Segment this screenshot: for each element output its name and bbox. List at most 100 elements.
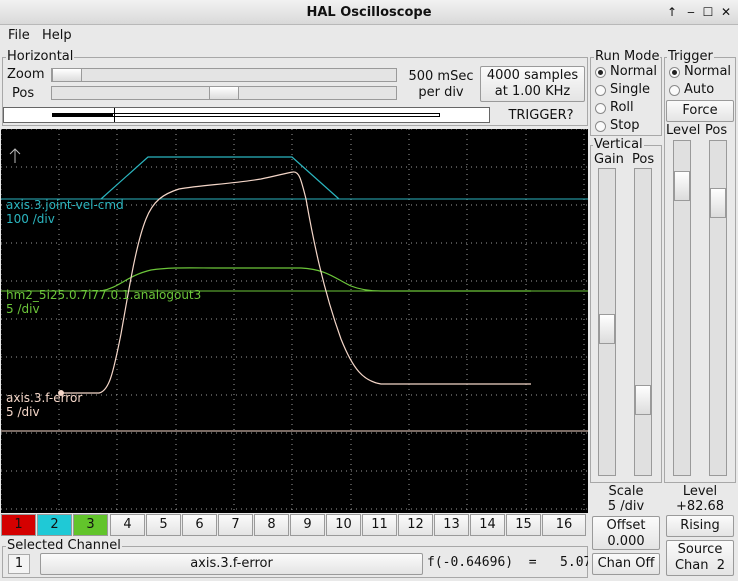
channel-button-11[interactable]: 11 xyxy=(362,514,397,536)
trace-label-joint-vel-cmd: axis.3.joint-vel-cmd 100 /div xyxy=(6,198,124,226)
trigger-pos-slider[interactable] xyxy=(709,140,727,476)
channel-button-15[interactable]: 15 xyxy=(506,514,541,536)
run-mode-roll-label[interactable]: Roll xyxy=(610,100,634,115)
gain-slider[interactable] xyxy=(598,168,616,476)
zoom-slider[interactable] xyxy=(51,68,397,82)
zoom-label: Zoom xyxy=(7,67,45,82)
trace-joint-vel-cmd xyxy=(100,156,340,200)
trace-scale: 5 /div xyxy=(6,302,40,316)
run-mode-stop-radio[interactable] xyxy=(595,121,606,132)
channel-button-14[interactable]: 14 xyxy=(470,514,505,536)
selected-channel-legend: Selected Channel xyxy=(6,538,122,553)
trigger-normal-label[interactable]: Normal xyxy=(684,64,731,79)
channel-button-3[interactable]: 3 xyxy=(73,514,108,536)
vertical-legend: Vertical xyxy=(593,137,644,152)
vertical-pos-slider[interactable] xyxy=(634,168,652,476)
trigger-level-slider-handle[interactable] xyxy=(674,171,690,201)
title-bar: HAL Oscilloscope ↑ ‒ ☐ ✕ xyxy=(0,0,738,25)
vertical-pos-label: Pos xyxy=(632,152,655,167)
trigger-level-arrow-icon xyxy=(9,148,21,163)
run-mode-normal-label[interactable]: Normal xyxy=(610,64,657,79)
maximize-icon[interactable]: ☐ xyxy=(700,4,716,20)
channel-button-5[interactable]: 5 xyxy=(146,514,181,536)
channel-button-6[interactable]: 6 xyxy=(182,514,217,536)
channel-button-1[interactable]: 1 xyxy=(1,514,36,536)
record-position-bar[interactable] xyxy=(3,107,490,123)
channel-button-7[interactable]: 7 xyxy=(218,514,253,536)
pos-slider[interactable] xyxy=(51,86,397,100)
trigger-normal-radio[interactable] xyxy=(669,67,680,78)
time-per-div: 500 mSec per div xyxy=(404,69,478,101)
menu-file[interactable]: File xyxy=(8,28,30,43)
samples-line1: 4000 samples xyxy=(486,68,579,83)
scope-display[interactable]: axis.3.joint-vel-cmd 100 /div hm2_5i25.0… xyxy=(1,129,588,513)
cursor-readout: f(-0.64696) = 5.074 xyxy=(427,555,588,570)
trace-name: axis.3.f-error xyxy=(6,391,83,405)
trace-scale: 100 /div xyxy=(6,212,55,226)
trigger-level-display: Level +82.68 xyxy=(664,484,736,514)
trigger-auto-label[interactable]: Auto xyxy=(684,82,714,97)
channel-button-12[interactable]: 12 xyxy=(398,514,433,536)
trace-scale: 5 /div xyxy=(6,405,40,419)
channel-button-9[interactable]: 9 xyxy=(290,514,325,536)
gain-slider-handle[interactable] xyxy=(599,314,615,344)
offset-title: Offset xyxy=(606,518,646,533)
trigger-pos-label: Pos xyxy=(705,123,728,138)
scope-grid xyxy=(1,129,588,513)
offset-button[interactable]: Offset 0.000 xyxy=(592,516,660,550)
trigger-level-slider[interactable] xyxy=(673,140,691,476)
trace-label-analogout3: hm2_5i25.0.7i77.0.1.analogout3 5 /div xyxy=(6,288,201,316)
trace-label-f-error: axis.3.f-error 5 /div xyxy=(6,391,82,419)
run-mode-normal-radio[interactable] xyxy=(595,67,606,78)
vertical-pos-slider-handle[interactable] xyxy=(635,385,651,415)
trigger-position-marker xyxy=(114,108,115,122)
channel-button-4[interactable]: 4 xyxy=(110,514,145,536)
pos-slider-handle[interactable] xyxy=(209,86,239,100)
record-fill xyxy=(52,113,113,117)
minimize-icon[interactable]: ‒ xyxy=(683,4,699,20)
trace-name: hm2_5i25.0.7i77.0.1.analogout3 xyxy=(6,288,202,302)
trigger-level-title: Level xyxy=(682,484,718,499)
run-mode-stop-label[interactable]: Stop xyxy=(610,118,640,133)
force-button[interactable]: Force xyxy=(666,100,734,122)
close-icon[interactable]: ✕ xyxy=(718,4,734,20)
gain-label: Gain xyxy=(594,152,624,167)
keep-above-icon[interactable]: ↑ xyxy=(664,4,680,20)
run-mode-roll-radio[interactable] xyxy=(595,103,606,114)
channel-button-10[interactable]: 10 xyxy=(326,514,361,536)
pos-label: Pos xyxy=(12,86,35,101)
trigger-status: TRIGGER? xyxy=(508,108,574,123)
run-mode-single-radio[interactable] xyxy=(595,85,606,96)
selected-channel-number: 1 xyxy=(8,554,30,574)
horizontal-legend: Horizontal xyxy=(6,49,75,64)
rate-line2: per div xyxy=(418,85,464,100)
trigger-auto-radio[interactable] xyxy=(669,85,680,96)
scale-display: Scale 5 /div xyxy=(590,484,662,514)
trigger-source-title: Source xyxy=(677,542,723,557)
run-mode-legend: Run Mode xyxy=(594,49,661,64)
trace-name: axis.3.joint-vel-cmd xyxy=(6,198,124,212)
samples-button[interactable]: 4000 samples at 1.00 KHz xyxy=(480,66,585,102)
channel-button-8[interactable]: 8 xyxy=(254,514,289,536)
menu-help[interactable]: Help xyxy=(42,28,72,43)
trigger-level-label: Level xyxy=(666,123,701,138)
channel-button-2[interactable]: 2 xyxy=(37,514,72,536)
samples-line2: at 1.00 KHz xyxy=(494,84,571,99)
scope-plot xyxy=(1,129,588,513)
rate-line1: 500 mSec xyxy=(408,69,474,84)
zoom-slider-handle[interactable] xyxy=(52,68,82,82)
window-title: HAL Oscilloscope xyxy=(306,5,432,20)
trigger-edge-button[interactable]: Rising xyxy=(666,515,734,537)
channel-button-16[interactable]: 16 xyxy=(542,514,586,536)
trigger-level-value: +82.68 xyxy=(675,499,725,514)
channel-button-13[interactable]: 13 xyxy=(434,514,469,536)
trigger-legend: Trigger xyxy=(667,49,714,64)
offset-value: 0.000 xyxy=(607,534,645,549)
scale-title: Scale xyxy=(608,484,644,499)
trigger-source-value: Chan 2 xyxy=(674,558,726,573)
selected-channel-name-button[interactable]: axis.3.f-error xyxy=(40,553,423,575)
trigger-pos-slider-handle[interactable] xyxy=(710,188,726,218)
chan-off-button[interactable]: Chan Off xyxy=(592,553,660,575)
trigger-source-button[interactable]: Source Chan 2 xyxy=(666,540,734,576)
run-mode-single-label[interactable]: Single xyxy=(610,82,650,97)
